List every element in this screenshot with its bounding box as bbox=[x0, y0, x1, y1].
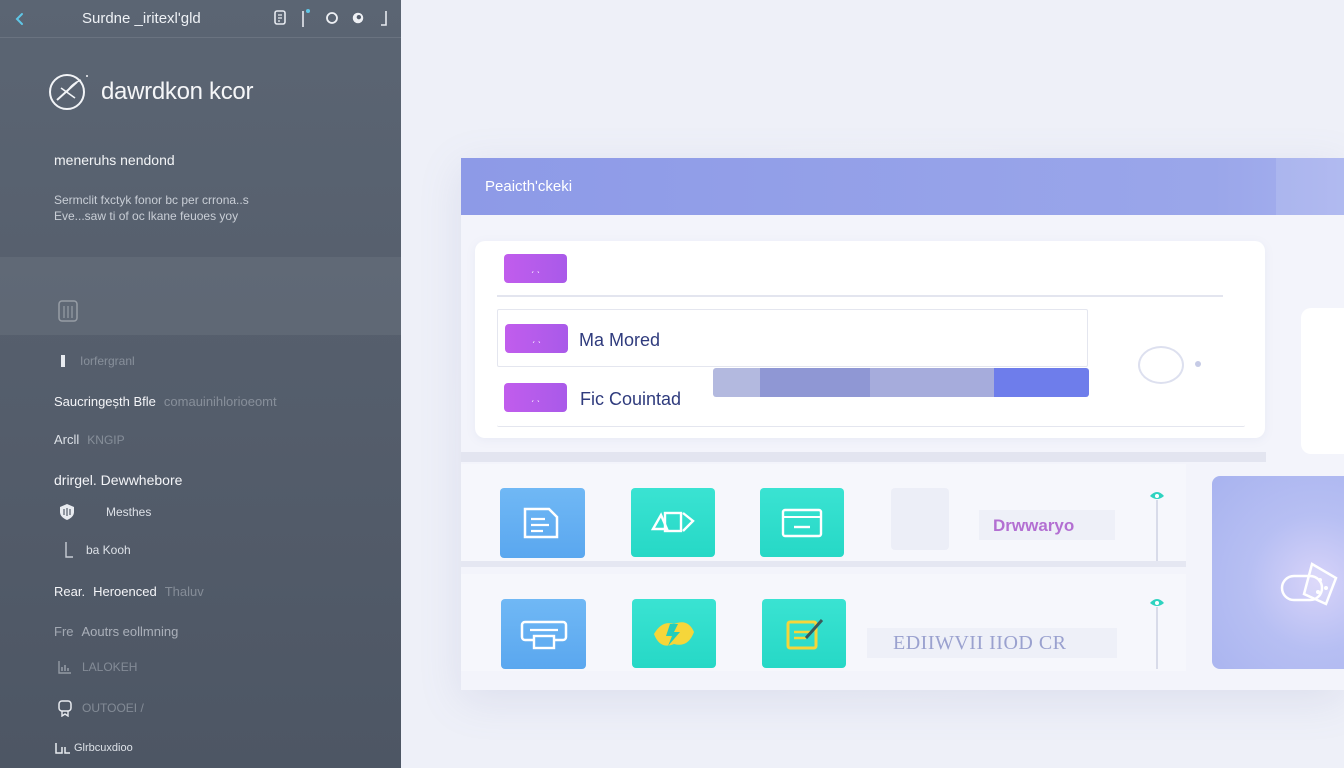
sidebar-item[interactable]: Iorfergranl bbox=[54, 352, 135, 370]
sidebar-item[interactable]: Saucringeșth Bfle comauinihlorioeomt bbox=[54, 394, 277, 409]
form-card: ˏ ˎ ˏ ˎ Ma Mored ˏ ˎ Fic Couintad bbox=[475, 241, 1265, 438]
shield-icon bbox=[58, 503, 76, 521]
tag-pill[interactable]: ˏ ˎ bbox=[504, 254, 567, 283]
header-accent bbox=[1276, 158, 1344, 215]
sidebar-item-label: drirgel. Dewwhebore bbox=[54, 472, 183, 488]
progress-segment bbox=[760, 368, 870, 397]
selected-band[interactable] bbox=[0, 257, 401, 335]
sidebar-item-label: Glrbcuxdioo bbox=[74, 742, 133, 754]
sidebar-item-label: Fre bbox=[54, 624, 74, 639]
pin-stem bbox=[1156, 500, 1158, 562]
bar-icon bbox=[54, 352, 72, 370]
bracket-icon bbox=[60, 541, 78, 559]
sidebar-item-secondary: Aoutrs eollmning bbox=[81, 624, 179, 639]
tile-folder[interactable] bbox=[501, 599, 586, 669]
sidebar-item-secondary: Heroenced bbox=[93, 584, 157, 599]
form-row[interactable]: ˏ ˎ bbox=[497, 254, 1223, 297]
edit-icon bbox=[786, 618, 824, 649]
badge-icon bbox=[56, 699, 74, 717]
panel-header: Peaicthʹckeki bbox=[461, 158, 1344, 215]
sidebar-item-label: ba Kooh bbox=[86, 543, 131, 557]
main-panel: Peaicthʹckeki ˏ ˎ ˏ ˎ Ma Mored ˏ ˎ Fic C… bbox=[461, 158, 1344, 690]
lightning-icon bbox=[654, 621, 694, 646]
back-button[interactable] bbox=[10, 9, 30, 29]
sidebar-item-label: Arcll bbox=[54, 432, 80, 447]
sidebar: Surdne _iritexlʹgld dawrdkon kcor meneru… bbox=[0, 0, 401, 768]
sidebar-item[interactable]: Arcll KNGIP bbox=[54, 432, 125, 447]
progress-segment bbox=[870, 368, 994, 397]
circle-icon[interactable] bbox=[325, 8, 339, 28]
chevron-left-icon bbox=[15, 13, 23, 25]
side-card bbox=[1301, 308, 1344, 454]
tile-caption: Drwwaryo bbox=[993, 516, 1075, 535]
description-line: Sermclit fxctyk fonor bc per crrona..s bbox=[54, 193, 249, 207]
progress-bar[interactable] bbox=[713, 368, 1089, 397]
section-description: Sermclit fxctyk fonor bc per crrona..s E… bbox=[54, 192, 374, 224]
eye-icon[interactable] bbox=[351, 8, 365, 28]
sidebar-item[interactable]: ba Kooh bbox=[60, 541, 131, 559]
monitor-icon bbox=[650, 511, 695, 532]
tile-monitor[interactable] bbox=[631, 488, 715, 557]
sidebar-item[interactable]: Glrbcuxdioo bbox=[54, 739, 133, 757]
tile-lightning[interactable] bbox=[632, 599, 716, 668]
tag-pill[interactable]: ˏ ˎ bbox=[504, 383, 567, 412]
terminal-icon bbox=[781, 508, 823, 537]
panel-title: Peaicthʹckeki bbox=[485, 178, 573, 195]
sidebar-item[interactable]: LALOKEH bbox=[56, 658, 137, 676]
tile-row: Drwwaryo bbox=[461, 464, 1186, 562]
section-title: meneruhs nendond bbox=[54, 152, 175, 168]
link-icon bbox=[54, 739, 72, 757]
section-divider bbox=[461, 452, 1266, 462]
puzzle-icon bbox=[1280, 562, 1338, 606]
description-line: Eve...saw ti of oc lkane feuoes yoy bbox=[54, 209, 239, 223]
sidebar-item-extra: comauinihlorioeomt bbox=[163, 394, 277, 409]
field-label: Fic Couintad bbox=[580, 389, 682, 409]
sidebar-item[interactable]: Rear. Heroenced Thaluv bbox=[54, 584, 204, 599]
sidebar-item-label: LALOKEH bbox=[82, 660, 138, 674]
row-shadow bbox=[461, 561, 1186, 567]
sidebar-item-label: Mesthes bbox=[106, 505, 152, 519]
progress-segment bbox=[713, 368, 760, 397]
topbar-icons bbox=[273, 8, 391, 28]
tile-terminal[interactable] bbox=[760, 488, 844, 557]
form-field[interactable]: ˏ ˎ Ma Mored bbox=[497, 309, 1088, 367]
pin-stem bbox=[1156, 607, 1158, 669]
brand[interactable]: dawrdkon kcor bbox=[47, 70, 253, 114]
bracket-icon[interactable] bbox=[377, 8, 391, 28]
tile-caption: EDIIWVII IIOD CR bbox=[893, 632, 1067, 654]
document-icon[interactable] bbox=[273, 8, 287, 28]
sidebar-item[interactable]: OUTOOEI / bbox=[56, 699, 144, 717]
tile-document[interactable] bbox=[500, 488, 585, 558]
status-dot bbox=[1195, 361, 1201, 367]
brand-name: dawrdkon kcor bbox=[101, 78, 254, 105]
document-icon bbox=[523, 507, 558, 539]
progress-fill bbox=[994, 368, 1089, 397]
sidebar-item[interactable]: Fre Aoutrs eollmning bbox=[54, 624, 178, 639]
sidebar-item-label: Saucringeșth Bfle bbox=[54, 394, 156, 409]
building-icon bbox=[58, 300, 78, 322]
illustration-card[interactable] bbox=[1212, 476, 1344, 669]
tag-pill[interactable]: ˏ ˎ bbox=[505, 324, 568, 353]
sidebar-item-label: Rear. bbox=[54, 584, 86, 599]
sidebar-item-label: OUTOOEI / bbox=[82, 701, 144, 715]
sidebar-item-extra: Thaluv bbox=[164, 584, 204, 599]
field-label: Ma Mored bbox=[579, 330, 661, 350]
cursor-icon[interactable] bbox=[299, 8, 313, 28]
chart-icon bbox=[56, 658, 74, 676]
folder-icon bbox=[520, 620, 567, 650]
sidebar-item-label: Iorfergranl bbox=[80, 354, 135, 368]
compass-logo bbox=[49, 74, 88, 110]
window-title: Surdne _iritexlʹgld bbox=[82, 10, 201, 27]
tile-placeholder[interactable] bbox=[891, 488, 949, 550]
tile-edit[interactable] bbox=[762, 599, 846, 668]
radio-toggle[interactable] bbox=[1138, 346, 1184, 384]
sidebar-topbar: Surdne _iritexlʹgld bbox=[0, 0, 401, 38]
sidebar-item[interactable]: Mesthes bbox=[58, 503, 151, 521]
sidebar-group-title[interactable]: drirgel. Dewwhebore bbox=[54, 472, 182, 488]
tile-row: EDIIWVII IIOD CR bbox=[461, 574, 1186, 671]
sidebar-item-extra: KNGIP bbox=[87, 432, 125, 447]
